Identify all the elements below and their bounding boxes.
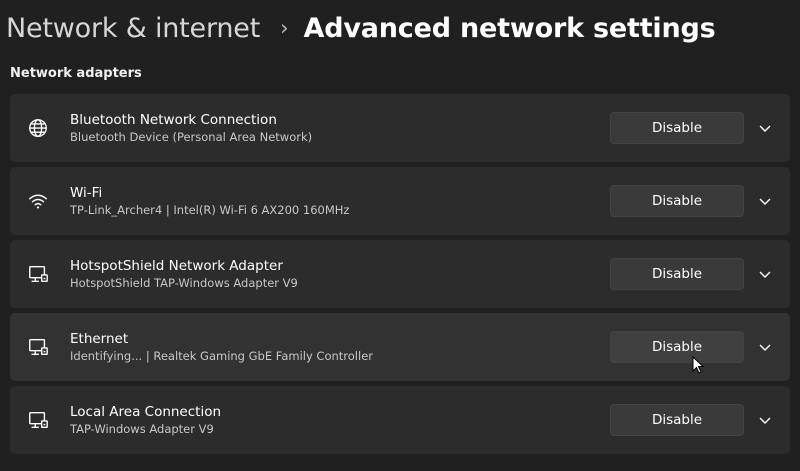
adapter-title: Wi-Fi [70, 185, 103, 201]
adapter-text: Local Area Connection TAP-Windows Adapte… [70, 403, 610, 437]
adapter-text: Ethernet Identifying... | Realtek Gaming… [70, 330, 610, 364]
chevron-down-icon[interactable] [754, 336, 776, 358]
breadcrumb-separator-icon: › [280, 16, 289, 40]
adapter-title: Bluetooth Network Connection [70, 112, 277, 128]
globe-icon [27, 117, 49, 139]
adapter-title: HotspotShield Network Adapter [70, 258, 283, 274]
adapter-subtitle: Bluetooth Device (Personal Area Network) [70, 130, 313, 144]
adapter-text: HotspotShield Network Adapter HotspotShi… [70, 257, 610, 291]
breadcrumb-network-internet-link[interactable]: Network & internet [6, 13, 260, 44]
disable-button-wifi[interactable]: Disable [610, 185, 744, 217]
disable-button-hotspotshield[interactable]: Disable [610, 258, 744, 290]
chevron-down-icon[interactable] [754, 117, 776, 139]
adapter-subtitle: TAP-Windows Adapter V9 [70, 422, 214, 436]
chevron-down-icon[interactable] [754, 409, 776, 431]
disable-button-ethernet[interactable]: Disable [610, 331, 744, 363]
adapter-text: Bluetooth Network Connection Bluetooth D… [70, 111, 610, 145]
adapter-subtitle: HotspotShield TAP-Windows Adapter V9 [70, 276, 298, 290]
page-title: Advanced network settings [303, 12, 716, 44]
adapter-subtitle: Identifying... | Realtek Gaming GbE Fami… [70, 349, 373, 363]
adapter-card-local-area-connection[interactable]: Local Area Connection TAP-Windows Adapte… [10, 386, 790, 454]
chevron-down-icon[interactable] [754, 190, 776, 212]
disable-button-local-area-connection[interactable]: Disable [610, 404, 744, 436]
chevron-down-icon[interactable] [754, 263, 776, 285]
wifi-icon [27, 190, 49, 212]
mouse-cursor-icon [692, 356, 704, 374]
ethernet-icon [27, 409, 49, 431]
advanced-network-settings-page: Network & internet › Advanced network se… [0, 0, 800, 471]
adapter-subtitle: TP-Link_Archer4 | Intel(R) Wi-Fi 6 AX200… [70, 203, 350, 217]
adapter-card-ethernet[interactable]: Ethernet Identifying... | Realtek Gaming… [10, 313, 790, 381]
adapter-card-hotspotshield[interactable]: HotspotShield Network Adapter HotspotShi… [10, 240, 790, 308]
disable-button-bluetooth[interactable]: Disable [610, 112, 744, 144]
ethernet-icon [27, 336, 49, 358]
network-adapters-heading: Network adapters [10, 66, 142, 81]
adapter-card-bluetooth[interactable]: Bluetooth Network Connection Bluetooth D… [10, 94, 790, 162]
ethernet-icon [27, 263, 49, 285]
adapter-card-wifi[interactable]: Wi-Fi TP-Link_Archer4 | Intel(R) Wi-Fi 6… [10, 167, 790, 235]
adapter-text: Wi-Fi TP-Link_Archer4 | Intel(R) Wi-Fi 6… [70, 184, 610, 218]
breadcrumb: Network & internet › Advanced network se… [6, 8, 716, 48]
adapter-title: Ethernet [70, 331, 129, 347]
adapter-title: Local Area Connection [70, 404, 222, 420]
